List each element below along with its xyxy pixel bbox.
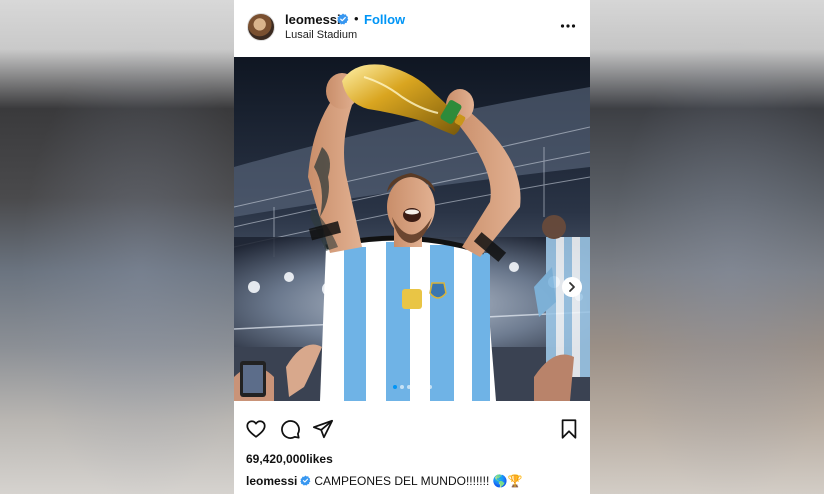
more-options-icon[interactable] xyxy=(560,18,576,34)
verified-badge-icon xyxy=(337,13,349,25)
carousel-indicator xyxy=(393,385,432,389)
post-location[interactable]: Lusail Stadium xyxy=(285,29,357,41)
likes-suffix: likes xyxy=(306,452,333,466)
post-caption: leomessi CAMPEONES DEL MUNDO!!!!!!! 🌎🏆 xyxy=(246,474,523,488)
post-username[interactable]: leomessi xyxy=(285,12,341,27)
post-header: leomessi • Follow Lusail Stadium xyxy=(234,0,590,56)
likes-number: 69,420,000 xyxy=(246,452,307,466)
caption-username[interactable]: leomessi xyxy=(246,474,297,488)
instagram-post: leomessi • Follow Lusail Stadium 69,420,… xyxy=(234,0,590,494)
post-photo[interactable] xyxy=(234,57,590,401)
bookmark-icon[interactable] xyxy=(558,418,580,440)
blurred-background-left xyxy=(0,0,234,494)
heart-icon[interactable] xyxy=(245,418,267,440)
header-separator: • xyxy=(354,11,359,26)
send-icon[interactable] xyxy=(312,418,334,440)
post-actions-bar xyxy=(234,410,590,446)
post-photo-illustration xyxy=(234,57,590,401)
avatar[interactable] xyxy=(247,13,275,41)
likes-count[interactable]: 69,420,000likes xyxy=(246,452,333,466)
blurred-background-right xyxy=(590,0,824,494)
caption-text: CAMPEONES DEL MUNDO!!!!!!! 🌎🏆 xyxy=(314,474,523,488)
follow-button[interactable]: Follow xyxy=(364,12,405,27)
chevron-right-icon[interactable] xyxy=(562,277,582,297)
verified-badge-icon xyxy=(300,475,311,486)
comment-icon[interactable] xyxy=(279,418,301,440)
